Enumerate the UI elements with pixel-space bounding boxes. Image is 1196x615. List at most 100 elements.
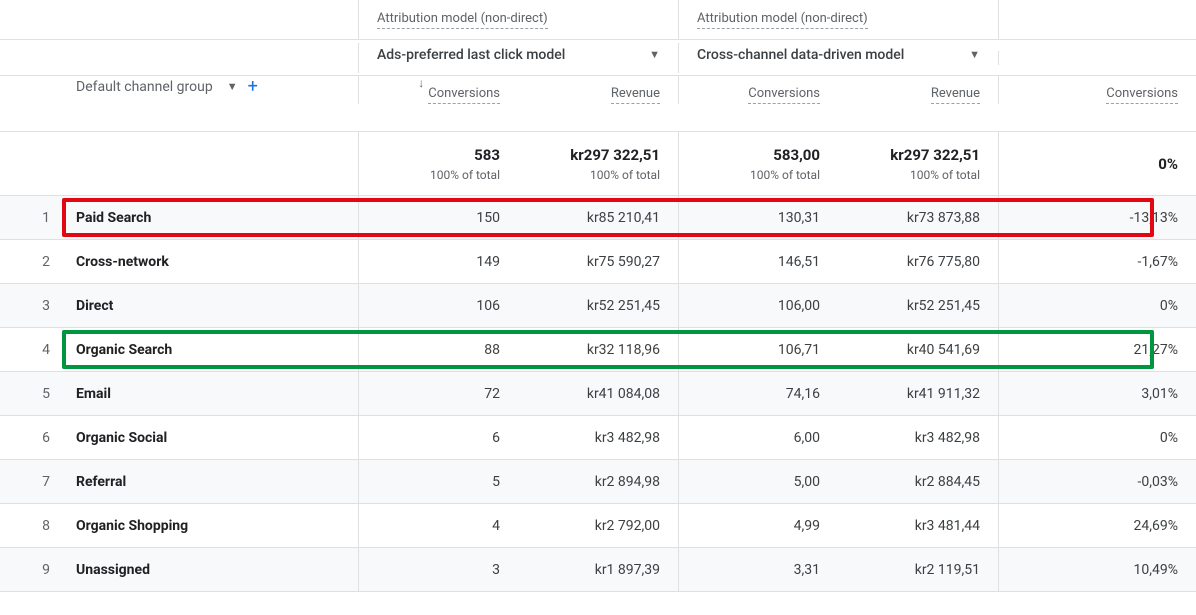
table-row[interactable]: 7 Referral 5 kr2 894,98 5,00 kr2 884,45 … bbox=[0, 460, 1196, 504]
m2-revenue: kr41 911,32 bbox=[838, 372, 998, 415]
total-m1-revenue: kr297 322,51 bbox=[570, 146, 660, 164]
total-m2-conversions: 583,00 bbox=[773, 146, 820, 164]
m2-revenue: kr76 775,80 bbox=[838, 240, 998, 283]
conv-pct-change: 3,01% bbox=[998, 372, 1196, 415]
m2-conversions: 3,31 bbox=[678, 548, 838, 591]
m1-revenue: kr1 897,39 bbox=[518, 548, 678, 591]
row-index: 8 bbox=[0, 504, 60, 547]
m1-conversions: 4 bbox=[358, 504, 518, 547]
conv-pct-change: 10,49% bbox=[998, 548, 1196, 591]
table-row[interactable]: 1 Paid Search 150 kr85 210,41 130,31 kr7… bbox=[0, 196, 1196, 240]
m1-revenue: kr41 084,08 bbox=[518, 372, 678, 415]
model1-dropdown[interactable]: Ads-preferred last click model ▼ bbox=[377, 43, 660, 67]
attribution-table: Attribution model (non-direct) Attributi… bbox=[0, 0, 1196, 592]
m2-conversions: 106,00 bbox=[678, 284, 838, 327]
table-row[interactable]: 6 Organic Social 6 kr3 482,98 6,00 kr3 4… bbox=[0, 416, 1196, 460]
table-row[interactable]: 3 Direct 106 kr52 251,45 106,00 kr52 251… bbox=[0, 284, 1196, 328]
channel-name: Organic Search bbox=[60, 328, 358, 371]
m1-conversions: 88 bbox=[358, 328, 518, 371]
model1-group-label: Attribution model (non-direct) bbox=[377, 11, 548, 29]
chevron-down-icon: ▼ bbox=[969, 48, 980, 61]
m2-conversions: 74,16 bbox=[678, 372, 838, 415]
m1-revenue: kr85 210,41 bbox=[518, 196, 678, 239]
row-index: 9 bbox=[0, 548, 60, 591]
m1-conversions: 72 bbox=[358, 372, 518, 415]
m2-revenue: kr52 251,45 bbox=[838, 284, 998, 327]
sort-conversions-m2[interactable]: Conversions bbox=[748, 86, 820, 104]
m2-revenue: kr3 481,44 bbox=[838, 504, 998, 547]
totals-row: 583 100% of total kr297 322,51 100% of t… bbox=[0, 132, 1196, 196]
header-group-row: Attribution model (non-direct) Attributi… bbox=[0, 0, 1196, 40]
model2-group: Attribution model (non-direct) bbox=[678, 0, 998, 39]
m2-revenue: kr73 873,88 bbox=[838, 196, 998, 239]
m1-revenue: kr2 792,00 bbox=[518, 504, 678, 547]
conv-pct-change: 0% bbox=[998, 416, 1196, 459]
m1-conversions: 3 bbox=[358, 548, 518, 591]
m2-revenue: kr40 541,69 bbox=[838, 328, 998, 371]
table-row[interactable]: 8 Organic Shopping 4 kr2 792,00 4,99 kr3… bbox=[0, 504, 1196, 548]
m2-conversions: 4,99 bbox=[678, 504, 838, 547]
channel-name: Unassigned bbox=[60, 548, 358, 591]
chevron-down-icon: ▼ bbox=[649, 48, 660, 61]
arrow-down-icon: ↓ bbox=[418, 76, 424, 90]
m2-conversions: 5,00 bbox=[678, 460, 838, 503]
model1-group: Attribution model (non-direct) bbox=[358, 0, 678, 39]
channel-name: Direct bbox=[60, 284, 358, 327]
m1-conversions: 6 bbox=[358, 416, 518, 459]
channel-name: Paid Search bbox=[60, 196, 358, 239]
sort-conversions-m1[interactable]: ↓ Conversions bbox=[418, 76, 500, 104]
conv-pct-change: 24,69% bbox=[998, 504, 1196, 547]
m1-conversions: 5 bbox=[358, 460, 518, 503]
sort-revenue-m2[interactable]: Revenue bbox=[931, 86, 980, 104]
row-index: 2 bbox=[0, 240, 60, 283]
add-dimension-button[interactable]: + bbox=[248, 76, 258, 97]
m2-revenue: kr2 119,51 bbox=[838, 548, 998, 591]
m2-conversions: 130,31 bbox=[678, 196, 838, 239]
conv-pct-change: -1,67% bbox=[998, 240, 1196, 283]
m1-revenue: kr2 894,98 bbox=[518, 460, 678, 503]
row-index: 1 bbox=[0, 196, 60, 239]
conv-pct-change: 0% bbox=[998, 284, 1196, 327]
channel-name: Email bbox=[60, 372, 358, 415]
channel-name: Referral bbox=[60, 460, 358, 503]
row-index: 5 bbox=[0, 372, 60, 415]
m1-revenue: kr32 118,96 bbox=[518, 328, 678, 371]
model2-dropdown[interactable]: Cross-channel data-driven model ▼ bbox=[697, 43, 980, 67]
channel-name: Cross-network bbox=[60, 240, 358, 283]
sort-conv-pct[interactable]: Conversions bbox=[1106, 86, 1178, 104]
m2-conversions: 6,00 bbox=[678, 416, 838, 459]
table-row[interactable]: 2 Cross-network 149 kr75 590,27 146,51 k… bbox=[0, 240, 1196, 284]
m2-revenue: kr3 482,98 bbox=[838, 416, 998, 459]
row-index: 7 bbox=[0, 460, 60, 503]
row-index: 6 bbox=[0, 416, 60, 459]
m1-conversions: 150 bbox=[358, 196, 518, 239]
header-metrics-row: Default channel group ▼ + ↓ Conversions … bbox=[0, 76, 1196, 132]
model2-label: Cross-channel data-driven model bbox=[697, 47, 904, 63]
sort-revenue-m1[interactable]: Revenue bbox=[611, 86, 660, 104]
row-index: 3 bbox=[0, 284, 60, 327]
m2-revenue: kr2 884,45 bbox=[838, 460, 998, 503]
total-m1-conversions: 583 bbox=[474, 146, 500, 164]
chevron-down-icon: ▼ bbox=[227, 80, 238, 93]
total-pct: 0% bbox=[1158, 155, 1178, 173]
channel-name: Organic Shopping bbox=[60, 504, 358, 547]
model1-label: Ads-preferred last click model bbox=[377, 47, 565, 63]
m2-conversions: 146,51 bbox=[678, 240, 838, 283]
dimension-dropdown[interactable]: Default channel group bbox=[76, 79, 213, 95]
table-row[interactable]: 5 Email 72 kr41 084,08 74,16 kr41 911,32… bbox=[0, 372, 1196, 416]
row-index: 4 bbox=[0, 328, 60, 371]
conv-pct-change: 21,27% bbox=[998, 328, 1196, 371]
table-row[interactable]: 9 Unassigned 3 kr1 897,39 3,31 kr2 119,5… bbox=[0, 548, 1196, 592]
m1-revenue: kr75 590,27 bbox=[518, 240, 678, 283]
total-m2-revenue: kr297 322,51 bbox=[890, 146, 980, 164]
m2-conversions: 106,71 bbox=[678, 328, 838, 371]
conv-pct-change: -13,13% bbox=[998, 196, 1196, 239]
m1-conversions: 106 bbox=[358, 284, 518, 327]
conv-pct-change: -0,03% bbox=[998, 460, 1196, 503]
m1-revenue: kr52 251,45 bbox=[518, 284, 678, 327]
m1-conversions: 149 bbox=[358, 240, 518, 283]
channel-name: Organic Social bbox=[60, 416, 358, 459]
model2-group-label: Attribution model (non-direct) bbox=[697, 11, 868, 29]
header-model-row: Ads-preferred last click model ▼ Cross-c… bbox=[0, 40, 1196, 76]
table-row[interactable]: 4 Organic Search 88 kr32 118,96 106,71 k… bbox=[0, 328, 1196, 372]
